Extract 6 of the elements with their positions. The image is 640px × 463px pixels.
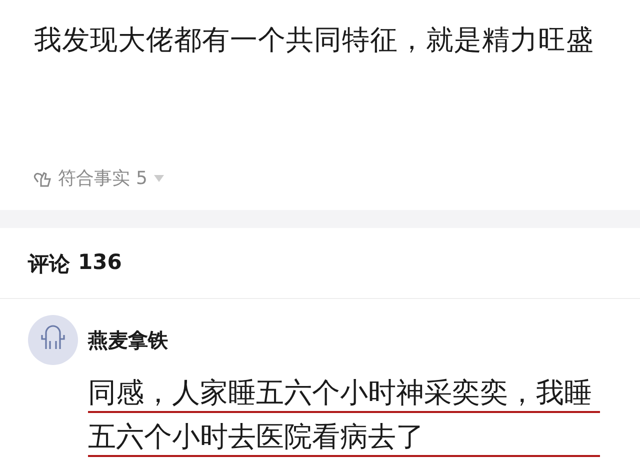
post-title: 我发现大佬都有一个共同特征，就是精力旺盛	[34, 23, 595, 58]
reaction-count: 5	[136, 168, 148, 188]
comments-count: 136	[78, 250, 122, 276]
comments-label: 评论	[28, 251, 70, 278]
comment-author[interactable]: 燕麦拿铁	[88, 326, 612, 354]
avatar[interactable]	[28, 315, 78, 365]
